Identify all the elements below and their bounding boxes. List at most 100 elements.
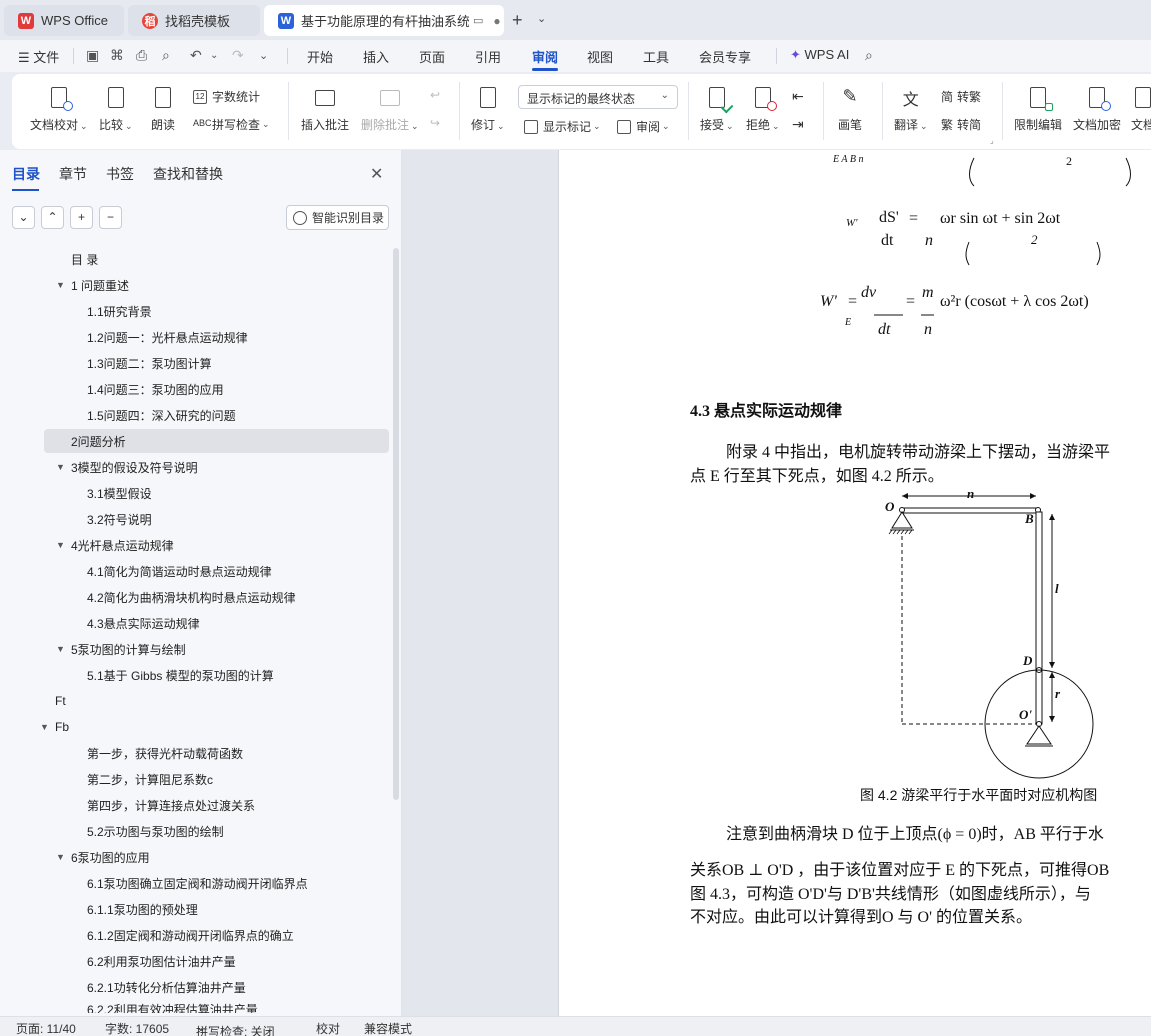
menu-member[interactable]: 会员专享 (699, 47, 751, 66)
previous-change-icon[interactable]: ⇤ (792, 88, 804, 105)
add-heading-icon[interactable]: + (70, 206, 93, 229)
tab-template[interactable]: 稻 找稻壳模板 (128, 5, 260, 36)
file-menu[interactable]: ☰ 文件 (18, 47, 59, 66)
restrict-edit-button[interactable]: 限制编辑 (1014, 86, 1062, 133)
review-pane-button[interactable]: 审阅 ⌄ (617, 118, 670, 135)
translate-button[interactable]: 文 翻译 ⌄ (894, 86, 928, 133)
toc-item[interactable]: 6.2.2利用有效冲程估算油井产量 (87, 1001, 258, 1013)
toc-item[interactable]: ▼ Fb (40, 715, 69, 739)
toc-item[interactable]: 6.1.2固定阀和游动阀开闭临界点的确立 (87, 923, 294, 947)
word-count-button[interactable]: 12 字数统计 (193, 88, 260, 105)
expand-corner-icon[interactable]: ⌟ (990, 136, 994, 145)
toc-item[interactable]: 1.2问题一：光杆悬点运动规律 (87, 325, 248, 349)
proofread-status[interactable]: 校对 (316, 1020, 340, 1036)
markup-display-select[interactable]: 显示标记的最终状态 ⌄ (518, 85, 678, 109)
reject-button[interactable]: 拒绝 ⌄ (746, 86, 780, 133)
caret-down-icon[interactable]: ▼ (56, 462, 65, 472)
toc-item[interactable]: 第二步，计算阻尼系数c (87, 767, 213, 791)
doc-encrypt-button[interactable]: 文档加密 (1073, 86, 1121, 133)
menu-review[interactable]: 审阅 (532, 47, 558, 66)
caret-down-icon[interactable]: ▼ (56, 280, 65, 290)
toc-item[interactable]: ▼ 1 问题重述 (56, 273, 129, 297)
menu-insert[interactable]: 插入 (363, 47, 389, 66)
toc-item[interactable]: 1.4问题三：泵功图的应用 (87, 377, 224, 401)
toc-item[interactable]: Ft (55, 689, 66, 713)
doc-more-button[interactable]: 文档 (1131, 86, 1151, 133)
toc-item[interactable]: ▼ 5泵功图的计算与绘制 (56, 637, 186, 661)
toc-item[interactable]: 第四步，计算连接点处过渡关系 (87, 793, 255, 817)
pen-button[interactable]: ✎ 画笔 (838, 86, 862, 133)
toc-item[interactable]: 5.2示功图与泵功图的绘制 (87, 819, 224, 843)
tab-document[interactable]: W 基于功能原理的有杆抽油系统研究 ▭ ● (264, 5, 504, 36)
tab-wps-office[interactable]: W WPS Office (4, 5, 124, 36)
toc-item[interactable]: 3.1模型假设 (87, 481, 152, 505)
revise-button[interactable]: 修订 ⌄ (471, 86, 505, 133)
compare-button[interactable]: 比较 ⌄ (99, 86, 133, 133)
show-marks-button[interactable]: 显示标记 ⌄ (524, 118, 601, 135)
print-preview-icon[interactable]: ⌕ (162, 47, 170, 64)
remove-heading-icon[interactable]: − (99, 206, 122, 229)
collapse-all-icon[interactable]: ⌃ (41, 206, 64, 229)
next-comment-icon[interactable]: ↪ (430, 116, 440, 130)
delete-comment-button[interactable]: 删除批注 ⌄ (361, 86, 419, 133)
toc-item-selected[interactable]: 2问题分析 (44, 429, 389, 453)
word-count-status[interactable]: 字数: 17605 (105, 1020, 169, 1036)
caret-down-icon[interactable]: ▼ (56, 540, 65, 550)
read-aloud-button[interactable]: 朗读 (151, 86, 175, 133)
doc-check-button[interactable]: 文档校对 ⌄ (30, 86, 88, 133)
print-icon[interactable]: ⎙ (136, 47, 147, 64)
toc-item[interactable]: ▼ 3模型的假设及符号说明 (56, 455, 198, 479)
to-traditional-button[interactable]: 简转繁 (941, 88, 981, 105)
wps-ai-button[interactable]: ✦ WPS AI (790, 47, 849, 63)
toc-item[interactable]: 6.2.1功转化分析估算油井产量 (87, 975, 246, 999)
toc-item[interactable]: 4.2简化为曲柄滑块机构时悬点运动规律 (87, 585, 296, 609)
undo-icon[interactable]: ↶ (190, 47, 202, 64)
more-chevron-icon[interactable]: ⌄ (259, 49, 268, 62)
toc-item[interactable]: 6.2利用泵功图估计油井产量 (87, 949, 236, 973)
smart-toc-button[interactable]: 智能识别目录 (286, 205, 389, 230)
new-tab-icon[interactable]: + (512, 10, 523, 31)
caret-down-icon[interactable]: ▼ (56, 644, 65, 654)
toc-item[interactable]: ▼ 4光杆悬点运动规律 (56, 533, 174, 557)
menu-start[interactable]: 开始 (307, 47, 333, 66)
share-icon[interactable]: ⌘ (110, 47, 124, 64)
toc-item[interactable]: 1.5问题四：深入研究的问题 (87, 403, 236, 427)
toc-item[interactable]: 目 录 (71, 247, 98, 271)
toc-item[interactable]: 6.1.1泵功图的预处理 (87, 897, 198, 921)
page-indicator[interactable]: 页面: 11/40 (16, 1020, 76, 1036)
toc-item[interactable]: 1.1研究背景 (87, 299, 152, 323)
prev-comment-icon[interactable]: ↩ (430, 88, 440, 102)
caret-down-icon[interactable]: ▼ (40, 722, 49, 732)
accept-button[interactable]: 接受 ⌄ (700, 86, 734, 133)
toc-scrollbar[interactable] (393, 248, 399, 800)
caret-down-icon[interactable]: ▼ (56, 852, 65, 862)
spell-check-button[interactable]: ABC 拼写检查 ⌄ (193, 116, 270, 133)
menu-view[interactable]: 视图 (587, 47, 613, 66)
save-icon[interactable]: ▣ (86, 47, 99, 64)
menu-reference[interactable]: 引用 (475, 47, 501, 66)
chevron-down-icon[interactable]: ⌄ (537, 12, 546, 25)
tab-chapters[interactable]: 章节 (59, 164, 87, 184)
toc-item[interactable]: ▼ 6泵功图的应用 (56, 845, 150, 869)
spell-check-status[interactable]: 拼写检查: 关闭 ⌄ (196, 1020, 275, 1036)
redo-icon[interactable]: ↷ (232, 47, 244, 64)
menu-page[interactable]: 页面 (419, 47, 445, 66)
close-icon[interactable]: ✕ (370, 164, 383, 184)
toc-item[interactable]: 3.2符号说明 (87, 507, 152, 531)
toc-item[interactable]: 第一步，获得光杆动载荷函数 (87, 741, 243, 765)
insert-comment-button[interactable]: 插入批注 (301, 86, 349, 133)
toc-item[interactable]: 4.3悬点实际运动规律 (87, 611, 200, 635)
menu-tools[interactable]: 工具 (643, 47, 669, 66)
expand-all-icon[interactable]: ⌄ (12, 206, 35, 229)
tab-toc[interactable]: 目录 (12, 164, 40, 191)
unsaved-dot-icon[interactable]: ● (493, 14, 500, 28)
to-simplified-button[interactable]: 繁转简 (941, 116, 981, 133)
next-change-icon[interactable]: ⇥ (792, 116, 804, 133)
toc-item[interactable]: 5.1基于 Gibbs 模型的泵功图的计算 (87, 663, 274, 687)
toc-item[interactable]: 4.1简化为简谐运动时悬点运动规律 (87, 559, 272, 583)
tab-find-replace[interactable]: 查找和替换 (153, 164, 223, 184)
toc-item[interactable]: 6.1泵功图确立固定阀和游动阀开闭临界点 (87, 871, 308, 895)
toc-item[interactable]: 1.3问题二：泵功图计算 (87, 351, 212, 375)
tab-bookmarks[interactable]: 书签 (106, 164, 134, 184)
undo-dropdown-icon[interactable]: ⌄ (210, 50, 218, 61)
